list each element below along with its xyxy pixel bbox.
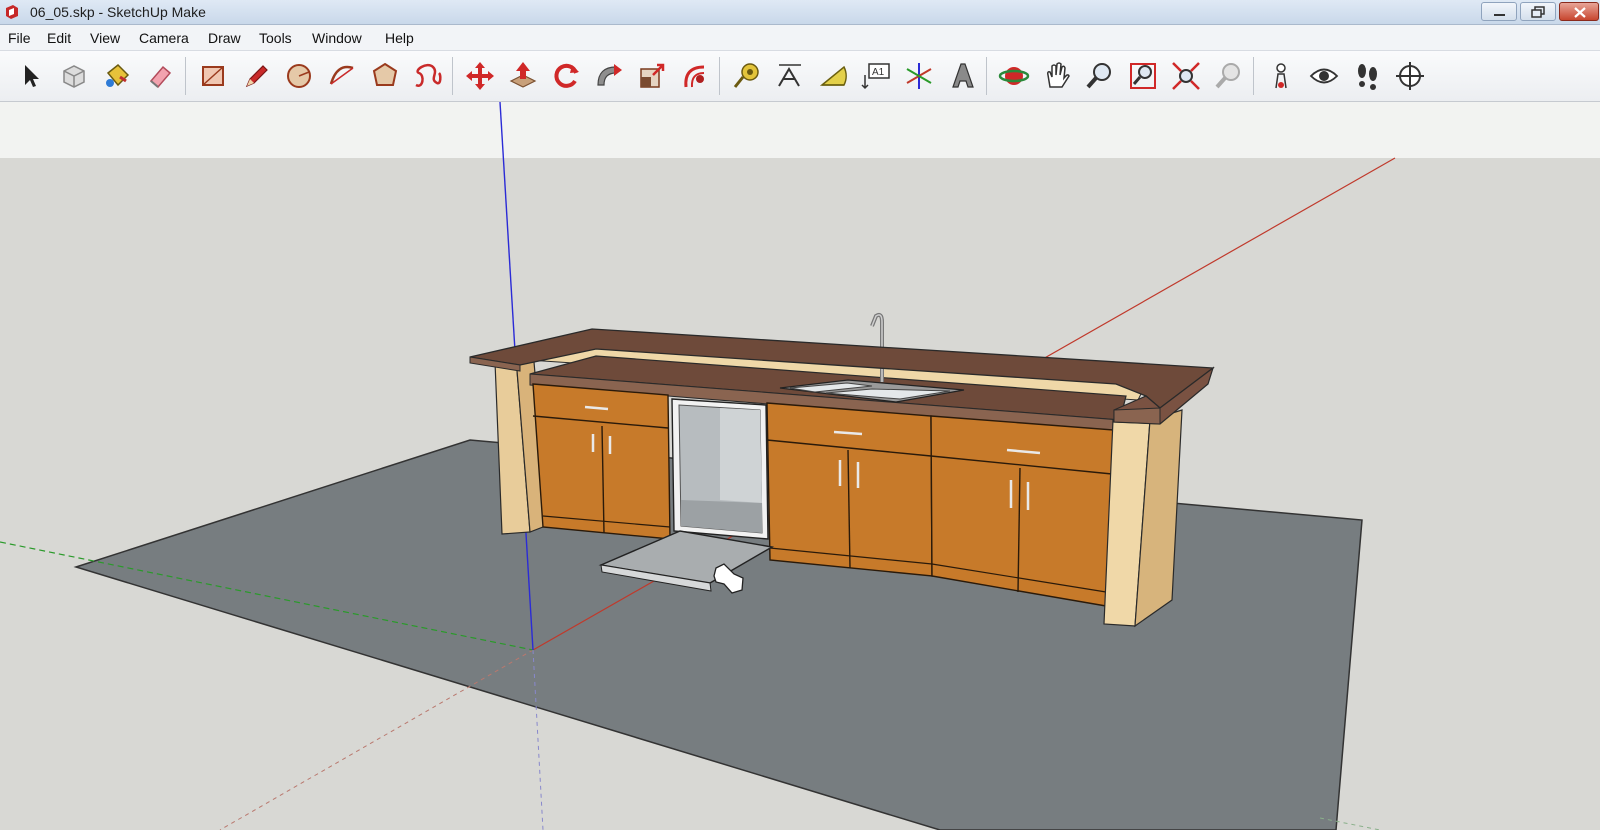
- zoom-window-icon: [1130, 63, 1156, 89]
- hand-icon: [1047, 62, 1070, 88]
- push-pull-tool[interactable]: [506, 59, 540, 93]
- sketchup-logo-icon: [6, 5, 18, 19]
- rotate-icon: [554, 63, 579, 88]
- eraser-tool[interactable]: [143, 59, 177, 93]
- look-around-tool[interactable]: [1307, 59, 1341, 93]
- toolbar-separator: [719, 57, 720, 95]
- dimension-icon: [778, 64, 801, 87]
- previous-view-tool[interactable]: [1212, 59, 1246, 93]
- scale-icon: [640, 63, 665, 88]
- arrow-cursor-icon: [25, 65, 39, 87]
- toolbar-separator: [452, 57, 453, 95]
- paint-bucket-tool[interactable]: [100, 59, 134, 93]
- tape-measure-icon: [733, 63, 759, 88]
- zoom-extents-icon: [1172, 62, 1200, 90]
- menu-edit[interactable]: Edit: [47, 30, 71, 46]
- protractor-tool[interactable]: [816, 59, 850, 93]
- paint-bucket-icon: [106, 63, 130, 87]
- scale-tool[interactable]: [635, 59, 669, 93]
- offset-icon: [684, 65, 705, 88]
- follow-me-tool[interactable]: [592, 59, 626, 93]
- offset-tool[interactable]: [678, 59, 712, 93]
- pencil-icon: [245, 65, 268, 88]
- toolbar: A1: [0, 51, 1600, 102]
- toolbar-separator: [1253, 57, 1254, 95]
- line-tool[interactable]: [239, 59, 273, 93]
- position-camera-tool[interactable]: [1264, 59, 1298, 93]
- restore-icon: [1531, 6, 1545, 18]
- 3d-text-tool[interactable]: [945, 59, 979, 93]
- eye-icon: [1309, 68, 1339, 84]
- close-button[interactable]: [1559, 2, 1599, 21]
- polygon-icon: [372, 62, 398, 86]
- orbit-icon: [998, 67, 1030, 85]
- follow-me-icon: [597, 64, 622, 86]
- menu-file[interactable]: File: [8, 30, 31, 46]
- text-icon: A1: [861, 63, 890, 90]
- section-plane-icon: [1396, 62, 1424, 90]
- eraser-icon: [149, 65, 172, 89]
- arc-icon: [329, 65, 354, 85]
- protractor-icon: [819, 65, 847, 86]
- tape-measure-tool[interactable]: [730, 59, 764, 93]
- orbit-tool[interactable]: [997, 59, 1031, 93]
- zoom-extents-tool[interactable]: [1169, 59, 1203, 93]
- menu-draw[interactable]: Draw: [208, 30, 241, 46]
- component-icon: [63, 65, 85, 88]
- freehand-tool[interactable]: [411, 59, 445, 93]
- zoom-window-tool[interactable]: [1126, 59, 1160, 93]
- 3d-text-icon: [952, 63, 974, 88]
- rectangle-tool[interactable]: [196, 59, 230, 93]
- footprints-icon: [1358, 64, 1377, 90]
- section-plane-tool[interactable]: [1393, 59, 1427, 93]
- move-tool[interactable]: [463, 59, 497, 93]
- select-tool[interactable]: [14, 59, 48, 93]
- arc-tool[interactable]: [325, 59, 359, 93]
- close-icon: [1574, 7, 1586, 18]
- axes-tool[interactable]: [902, 59, 936, 93]
- rectangle-icon: [202, 66, 224, 86]
- toolbar-separator: [986, 57, 987, 95]
- make-component-tool[interactable]: [57, 59, 91, 93]
- circle-tool[interactable]: [282, 59, 316, 93]
- menu-help[interactable]: Help: [385, 30, 414, 46]
- menu-window[interactable]: Window: [312, 30, 362, 46]
- circle-icon: [287, 64, 311, 88]
- push-pull-icon: [509, 62, 537, 88]
- zoom-tool[interactable]: [1083, 59, 1117, 93]
- sky: [0, 102, 1600, 158]
- polygon-tool[interactable]: [368, 59, 402, 93]
- rotate-tool[interactable]: [549, 59, 583, 93]
- svg-text:A1: A1: [872, 67, 885, 78]
- freehand-icon: [415, 63, 442, 87]
- window-title: 06_05.skp - SketchUp Make: [30, 4, 206, 20]
- minimize-button[interactable]: [1481, 2, 1517, 21]
- menu-view[interactable]: View: [90, 30, 120, 46]
- position-camera-icon: [1275, 63, 1287, 89]
- zoom-icon: [1086, 63, 1111, 89]
- menu-bar: File Edit View Camera Draw Tools Window …: [0, 25, 1600, 51]
- menu-camera[interactable]: Camera: [139, 30, 189, 46]
- minimize-icon: [1494, 14, 1505, 16]
- model-viewport[interactable]: [0, 102, 1600, 830]
- title-bar: 06_05.skp - SketchUp Make: [0, 0, 1600, 25]
- menu-tools[interactable]: Tools: [259, 30, 292, 46]
- cabinet-right: [930, 415, 1115, 607]
- toolbar-separator: [185, 57, 186, 95]
- move-icon: [466, 62, 494, 90]
- walk-tool[interactable]: [1350, 59, 1384, 93]
- pan-tool[interactable]: [1040, 59, 1074, 93]
- text-tool[interactable]: A1: [859, 59, 893, 93]
- dimension-tool[interactable]: [773, 59, 807, 93]
- restore-button[interactable]: [1520, 2, 1556, 21]
- axes-icon: [906, 63, 932, 89]
- previous-view-icon: [1215, 63, 1240, 89]
